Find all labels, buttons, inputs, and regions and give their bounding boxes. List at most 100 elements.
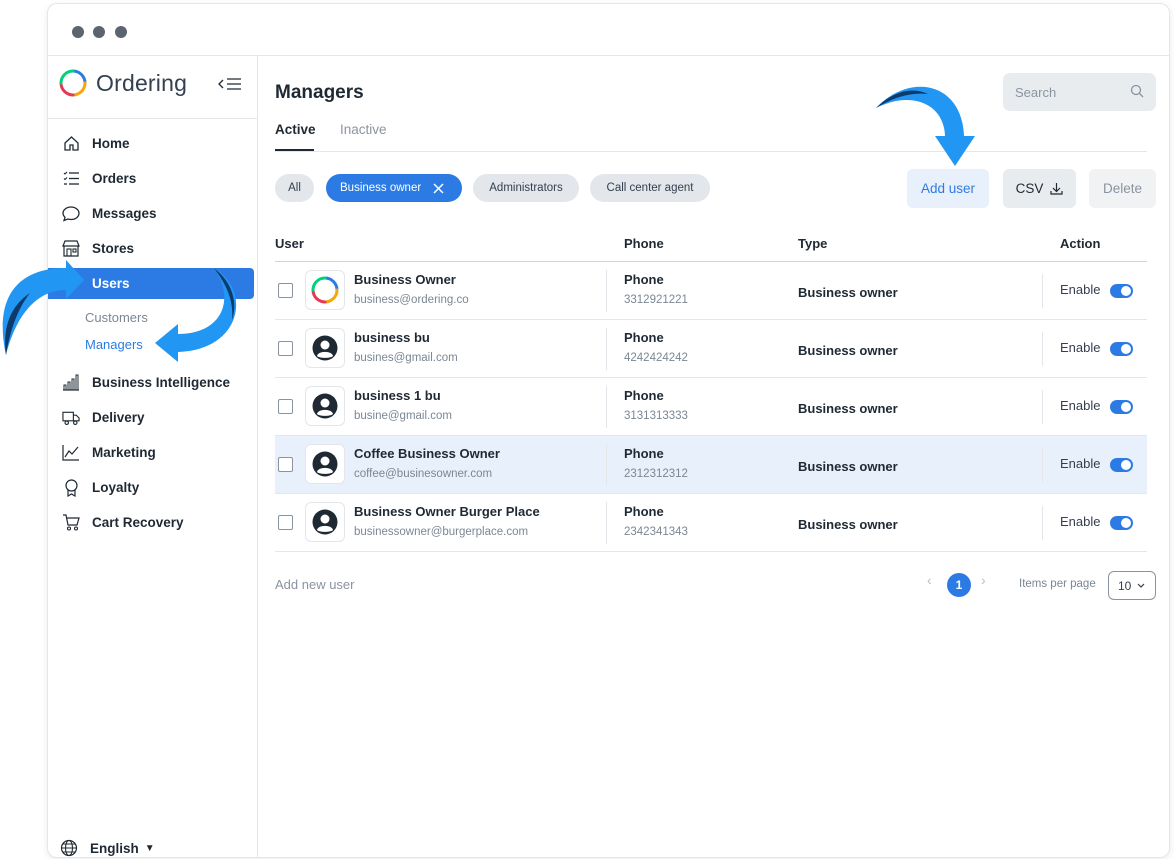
line-chart-icon [62,444,80,462]
enable-label: Enable [1060,282,1101,297]
row-checkbox[interactable] [278,457,293,472]
sidebar-item-home[interactable]: Home [48,128,254,159]
enable-toggle[interactable] [1110,284,1133,298]
cart-icon [62,514,80,532]
sidebar-item-marketing[interactable]: Marketing [48,437,254,468]
filter-chip-all[interactable]: All [275,174,314,202]
page-title: Managers [275,82,364,103]
table-row[interactable]: Business Owner business@ordering.co Phone 3… [275,262,1147,320]
app-name: Ordering [96,69,188,96]
user-type: Business owner [798,401,898,416]
user-email: coffee@businesowner.com [354,468,493,480]
chevron-down-icon [1137,583,1145,589]
user-email: busine@gmail.com [354,410,452,422]
table-row[interactable]: Coffee Business Owner coffee@businesowner… [275,436,1147,494]
avatar [305,502,345,542]
table-row[interactable]: Business Owner Burger Place businessowner… [275,494,1147,552]
user-avatar-icon [312,393,338,419]
caret-down-icon: ▼ [144,842,155,854]
user-avatar-icon [312,335,338,361]
column-divider [606,502,607,544]
tab-inactive[interactable]: Inactive [340,122,387,137]
sidebar-item-loyalty[interactable]: Loyalty [48,472,254,503]
collapse-sidebar-icon[interactable] [218,76,242,97]
enable-toggle[interactable] [1110,458,1133,472]
items-per-page-select[interactable]: 10 [1108,571,1156,600]
row-checkbox[interactable] [278,341,293,356]
sidebar-item-label: Users [92,276,130,291]
search-icon [1130,84,1144,101]
list-icon [62,170,80,188]
chevron-left-icon[interactable]: ‹ [927,572,932,588]
user-email: busines@gmail.com [354,352,458,364]
window-dot[interactable] [115,26,127,38]
enable-label: Enable [1060,398,1101,413]
add-new-user-link[interactable]: Add new user [275,577,355,592]
phone-value: 2312312312 [624,468,688,480]
sidebar-item-label: Stores [92,241,135,256]
items-per-page-label: Items per page [1019,578,1096,590]
avatar [305,328,345,368]
window-titlebar [48,4,1169,56]
phone-value: 4242424242 [624,352,688,364]
user-avatar-icon [312,451,338,477]
language-selector[interactable]: English ▼ [60,839,155,857]
column-divider [1042,274,1043,308]
table-row[interactable]: business bu busines@gmail.com Phone 4242424… [275,320,1147,378]
avatar [305,386,345,426]
column-divider [1042,448,1043,482]
sidebar-item-label: Orders [92,171,137,186]
sidebar-item-cart-recovery[interactable]: Cart Recovery [48,507,254,538]
sidebar-item-label: Home [92,136,130,151]
sidebar-item-users[interactable]: Users [48,268,254,299]
table-row[interactable]: business 1 bu busine@gmail.com Phone 313131… [275,378,1147,436]
enable-toggle[interactable] [1110,400,1133,414]
search-input[interactable]: Search [1003,73,1156,111]
filter-chip-business-owner[interactable]: Business owner [326,174,462,202]
page-number-current[interactable]: 1 [947,573,971,597]
sidebar-item-stores[interactable]: Stores [48,233,254,264]
row-checkbox[interactable] [278,515,293,530]
user-type: Business owner [798,517,898,532]
tab-active[interactable]: Active [275,122,316,137]
sidebar-item-delivery[interactable]: Delivery [48,402,254,433]
user-type: Business owner [798,285,898,300]
sidebar-item-orders[interactable]: Orders [48,163,254,194]
truck-icon [62,409,80,427]
sidebar-subitem-customers[interactable]: Customers [85,310,148,325]
enable-toggle[interactable] [1110,342,1133,356]
enable-toggle[interactable] [1110,516,1133,530]
filter-chip-call-center-agent[interactable]: Call center agent [590,174,710,202]
row-checkbox[interactable] [278,399,293,414]
status-tabs: Active Inactive [275,120,1147,152]
close-icon[interactable] [433,182,444,194]
user-email: businessowner@burgerplace.com [354,526,529,538]
window-dot[interactable] [72,26,84,38]
window-dot[interactable] [93,26,105,38]
table-header: User Phone Type Action [275,228,1147,262]
chevron-right-icon[interactable]: › [981,572,986,588]
row-checkbox[interactable] [278,283,293,298]
home-icon [62,135,80,153]
column-header-phone: Phone [624,236,664,251]
sidebar-subitem-managers[interactable]: Managers [85,337,143,352]
sidebar-item-label: Delivery [92,410,145,425]
store-icon [62,240,80,258]
user-email: business@ordering.co [354,294,469,306]
filter-chip-administrators[interactable]: Administrators [473,174,579,202]
csv-button[interactable]: CSV [1003,169,1076,208]
sidebar-item-business-intelligence[interactable]: Business Intelligence [48,367,254,398]
main-content: Managers Search Active Inactive All Busi… [259,56,1169,857]
app-logo[interactable]: Ordering [58,68,187,98]
phone-label: Phone [624,504,664,519]
delete-button[interactable]: Delete [1089,169,1156,208]
phone-value: 2342341343 [624,526,688,538]
add-user-button[interactable]: Add user [907,169,989,208]
column-divider [606,444,607,486]
sidebar-item-messages[interactable]: Messages [48,198,254,229]
enable-label: Enable [1060,456,1101,471]
ordering-logo-icon [59,69,87,97]
sidebar-item-label: Marketing [92,445,156,460]
bar-chart-icon [62,374,80,392]
column-divider [1042,506,1043,540]
